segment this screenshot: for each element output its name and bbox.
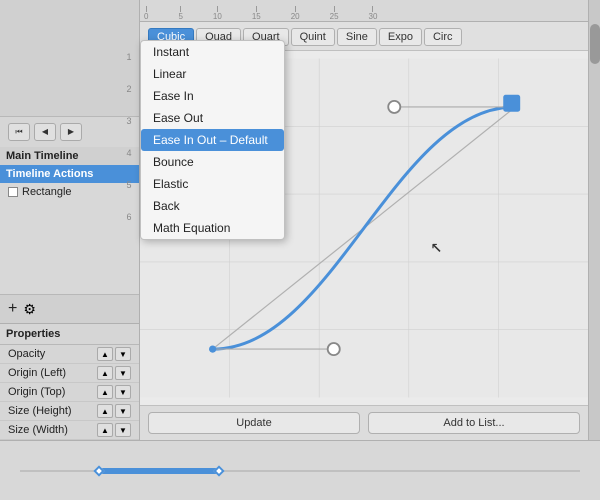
timeline-ruler: 0 5 10 15 20 25 30 (140, 0, 588, 21)
size-height-label: Size (Height) (8, 405, 93, 417)
origin-left-down[interactable]: ▼ (115, 366, 131, 380)
origin-top-controls: ▲ ▼ (97, 385, 131, 399)
opacity-label: Opacity (8, 348, 93, 360)
property-size-width: Size (Width) ▲ ▼ (0, 421, 139, 440)
property-origin-left: Origin (Left) ▲ ▼ (0, 364, 139, 383)
properties-header: Properties (0, 324, 139, 345)
menu-item-back[interactable]: Back (141, 195, 284, 217)
ruler-tick: 20 (291, 6, 300, 21)
property-opacity: Opacity ▲ ▼ (0, 345, 139, 364)
rectangle-label: Rectangle (22, 186, 72, 198)
tab-sine[interactable]: Sine (337, 28, 377, 46)
menu-item-instant[interactable]: Instant (141, 41, 284, 63)
menu-item-math-equation[interactable]: Math Equation (141, 217, 284, 239)
tab-quint[interactable]: Quint (291, 28, 335, 46)
menu-item-bounce[interactable]: Bounce (141, 151, 284, 173)
timeline-track (20, 470, 580, 472)
scrollbar-thumb[interactable] (590, 24, 600, 64)
add-to-list-button[interactable]: Add to List... (368, 412, 580, 434)
origin-top-label: Origin (Top) (8, 386, 93, 398)
easing-dropdown-menu: Instant Linear Ease In Ease Out Ease In … (140, 40, 285, 240)
menu-item-ease-out[interactable]: Ease Out (141, 107, 284, 129)
size-height-down[interactable]: ▼ (115, 404, 131, 418)
timeline-bar[interactable] (100, 468, 220, 474)
ruler-tick: 0 (144, 6, 148, 21)
ruler-tick: 25 (330, 6, 339, 21)
size-width-down[interactable]: ▼ (115, 423, 131, 437)
size-width-label: Size (Width) (8, 424, 93, 436)
rewind-button[interactable]: ⏮ (8, 123, 30, 141)
origin-top-up[interactable]: ▲ (97, 385, 113, 399)
opacity-controls: ▲ ▼ (97, 347, 131, 361)
property-size-height: Size (Height) ▲ ▼ (0, 402, 139, 421)
size-width-up[interactable]: ▲ (97, 423, 113, 437)
opacity-down[interactable]: ▼ (115, 347, 131, 361)
svg-text:↖: ↖ (431, 234, 443, 257)
property-origin-top: Origin (Top) ▲ ▼ (0, 383, 139, 402)
properties-panel: Properties Opacity ▲ ▼ Origin (Left) ▲ ▼… (0, 323, 139, 440)
ruler-numbers: 1 2 3 4 5 6 (119, 22, 139, 222)
origin-left-label: Origin (Left) (8, 367, 93, 379)
tab-expo[interactable]: Expo (379, 28, 422, 46)
ruler-tick: 5 (178, 6, 182, 21)
update-button[interactable]: Update (148, 412, 360, 434)
right-scrollbar[interactable] (588, 22, 600, 440)
control-point-1 (328, 343, 340, 355)
back-button[interactable]: ◀ (34, 123, 56, 141)
ruler-tick: 10 (213, 6, 222, 21)
add-gear-row: + ⚙ (0, 294, 139, 323)
origin-left-up[interactable]: ▲ (97, 366, 113, 380)
menu-item-elastic[interactable]: Elastic (141, 173, 284, 195)
menu-item-ease-in[interactable]: Ease In (141, 85, 284, 107)
end-point (503, 95, 520, 112)
menu-item-ease-in-out[interactable]: Ease In Out – Default (141, 129, 284, 151)
play-button[interactable]: ▶ (60, 123, 82, 141)
opacity-up[interactable]: ▲ (97, 347, 113, 361)
gear-button[interactable]: ⚙ (23, 301, 36, 318)
menu-item-linear[interactable]: Linear (141, 63, 284, 85)
size-height-controls: ▲ ▼ (97, 404, 131, 418)
tab-circ[interactable]: Circ (424, 28, 462, 46)
origin-left-controls: ▲ ▼ (97, 366, 131, 380)
ruler-tick: 15 (252, 6, 261, 21)
size-width-controls: ▲ ▼ (97, 423, 131, 437)
control-point-2 (388, 101, 400, 113)
rectangle-checkbox[interactable] (8, 187, 18, 197)
origin-top-down[interactable]: ▼ (115, 385, 131, 399)
size-height-up[interactable]: ▲ (97, 404, 113, 418)
start-point (209, 345, 216, 352)
ruler-tick: 30 (369, 6, 378, 21)
easing-bottom-bar: Update Add to List... (140, 405, 588, 440)
timeline-bottom (0, 440, 600, 500)
add-button[interactable]: + (8, 300, 17, 318)
